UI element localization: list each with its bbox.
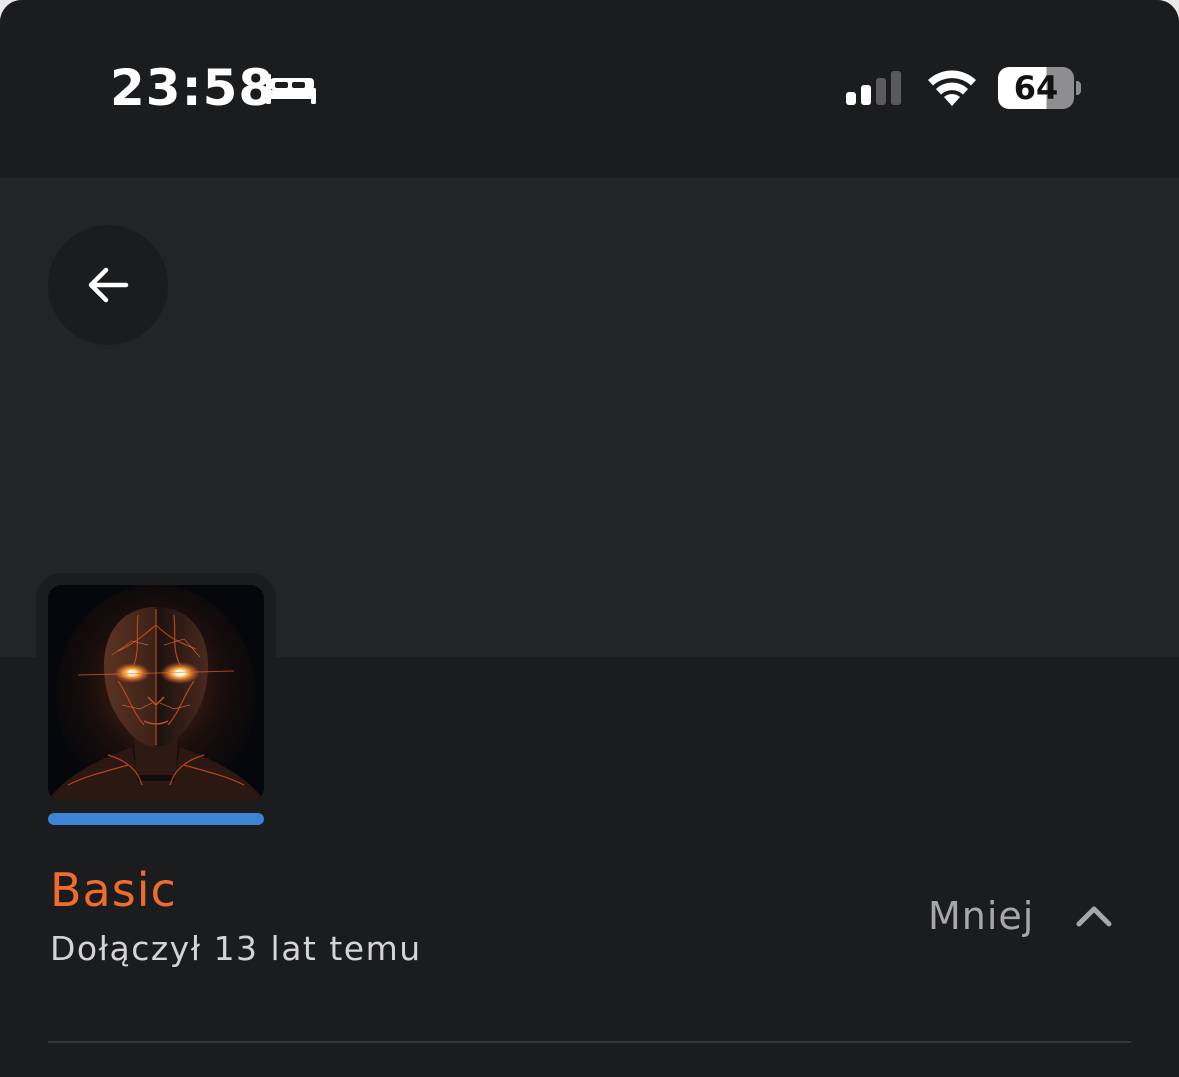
- status-bar: 23:58 64: [0, 0, 1179, 178]
- back-button[interactable]: [48, 225, 168, 345]
- wifi-icon: [928, 70, 976, 106]
- chevron-up-icon: [1076, 906, 1112, 927]
- show-less-toggle[interactable]: Mniej: [928, 888, 1128, 944]
- rank-label: Basic: [50, 863, 177, 917]
- battery-indicator: 64: [998, 67, 1082, 109]
- level-progress-fill: [48, 813, 264, 825]
- joined-date: Dołączył 13 lat temu: [50, 929, 422, 968]
- level-progress-bar: [48, 813, 264, 825]
- status-time: 23:58: [110, 59, 275, 117]
- show-less-label: Mniej: [928, 894, 1035, 938]
- glowing-head-avatar: [48, 585, 264, 801]
- bed-icon: [266, 74, 316, 104]
- avatar[interactable]: [48, 585, 264, 801]
- battery-cap: [1076, 81, 1081, 95]
- arrow-left-icon: [88, 267, 129, 303]
- cellular-signal-icon: [846, 71, 901, 105]
- profile-screen: 23:58 64 Basic Dołączył 13 lat temu Mnie…: [0, 0, 1179, 1077]
- battery-level: 64: [1013, 69, 1059, 107]
- section-divider: [48, 1041, 1131, 1043]
